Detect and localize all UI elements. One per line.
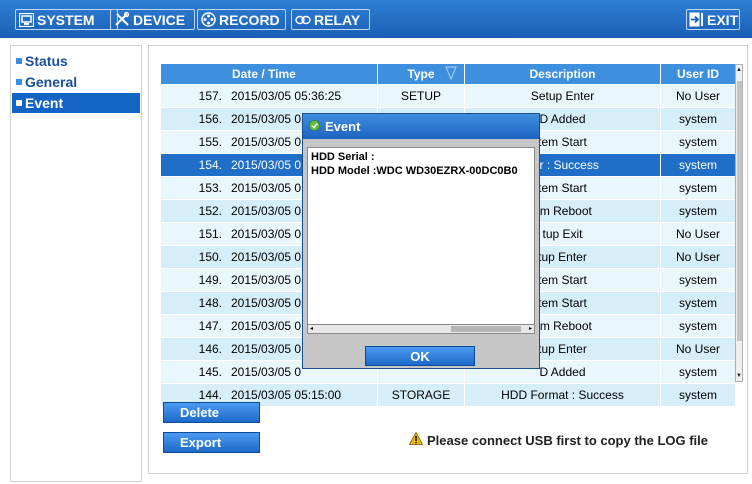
row-type: STORAGE — [377, 384, 464, 406]
row-user-id: system — [660, 384, 735, 406]
row-index: 148. — [198, 296, 222, 310]
scroll-up-icon[interactable]: ▲ — [736, 67, 742, 73]
dialog-title-bar[interactable]: Event — [303, 114, 539, 139]
relay-icon — [295, 15, 311, 25]
sidebar-item-label: Status — [25, 53, 68, 69]
tools-icon — [114, 12, 130, 27]
usb-notice-text: Please connect USB first to copy the LOG… — [427, 432, 709, 448]
row-user-id: system — [660, 315, 735, 337]
scroll-left-icon[interactable]: ◂ — [310, 325, 313, 333]
tab-record[interactable]: RECORD — [197, 9, 286, 30]
sidebar: Status General Event — [10, 45, 142, 482]
exit-button[interactable]: EXIT — [686, 9, 740, 30]
top-menu-bar: SYSTEM DEVICE RECORD RELAY EXIT — [0, 0, 752, 38]
export-button[interactable]: Export — [163, 432, 260, 453]
table-scrollbar[interactable]: ▲ ▼ — [735, 64, 743, 382]
warning-icon — [408, 431, 424, 448]
event-dialog: Event HDD Serial : HDD Model :WDC WD30EZ… — [302, 113, 540, 369]
header-type[interactable]: Type — [377, 64, 464, 84]
usb-notice: Please connect USB first to copy the LOG… — [408, 431, 709, 448]
tab-relay-label: RELAY — [314, 11, 361, 28]
row-index: 157. — [198, 89, 222, 103]
check-icon — [309, 119, 320, 134]
row-user-id: No User — [660, 246, 735, 268]
header-datetime[interactable]: Date / Time — [228, 64, 377, 84]
tab-device-label: DEVICE — [133, 11, 186, 28]
row-description: Setup Enter — [464, 85, 660, 107]
bullet-icon — [16, 79, 22, 85]
header-user-id[interactable]: User ID — [660, 64, 735, 84]
row-index: 150. — [198, 250, 222, 264]
header-type-label: Type — [407, 67, 435, 81]
sidebar-item-label: Event — [25, 95, 64, 111]
ok-button[interactable]: OK — [365, 346, 475, 366]
row-index: 151. — [198, 227, 222, 241]
sidebar-item-label: General — [25, 74, 78, 90]
row-user-id: system — [660, 361, 735, 383]
sidebar-item-event[interactable]: Event — [12, 93, 140, 113]
row-user-id: system — [660, 200, 735, 222]
hdd-serial-line: HDD Serial : — [311, 151, 375, 163]
row-description: HDD Format : Success — [464, 384, 660, 406]
row-type: SETUP — [377, 85, 464, 107]
bullet-icon — [16, 100, 22, 106]
tab-system[interactable]: SYSTEM — [15, 9, 118, 30]
row-datetime: 2015/03/05 05:36:25 — [231, 89, 342, 103]
hdd-model-line: HDD Model :WDC WD30EZRX-00DC0B0 — [311, 165, 518, 177]
row-index: 152. — [198, 204, 222, 218]
dialog-title: Event — [325, 119, 361, 134]
exit-label: EXIT — [707, 11, 739, 28]
row-index: 145. — [198, 365, 222, 379]
delete-button[interactable]: Delete — [163, 402, 260, 423]
row-index: 146. — [198, 342, 222, 356]
row-user-id: No User — [660, 85, 735, 107]
row-index: 155. — [198, 135, 222, 149]
sidebar-item-status[interactable]: Status — [12, 51, 140, 71]
row-user-id: system — [660, 269, 735, 291]
row-index: 147. — [198, 319, 222, 333]
table-header: Date / Time Type Description User ID — [161, 64, 735, 84]
sidebar-item-general[interactable]: General — [12, 72, 140, 92]
header-description[interactable]: Description — [464, 64, 660, 84]
row-index: 149. — [198, 273, 222, 287]
tab-device[interactable]: DEVICE — [110, 9, 195, 30]
row-user-id: system — [660, 154, 735, 176]
monitor-icon — [19, 12, 34, 27]
filter-icon[interactable] — [445, 66, 457, 83]
table-row[interactable]: 157. 2015/03/05 05:36:25 SETUP Setup Enter N… — [161, 84, 735, 107]
bullet-icon — [16, 58, 22, 64]
row-user-id: system — [660, 108, 735, 130]
row-user-id: No User — [660, 338, 735, 360]
row-user-id: system — [660, 292, 735, 314]
row-user-id: No User — [660, 223, 735, 245]
header-index — [161, 64, 228, 84]
row-user-id: system — [660, 131, 735, 153]
scroll-down-icon[interactable]: ▼ — [736, 373, 742, 379]
exit-door-icon — [689, 12, 704, 27]
tab-system-label: SYSTEM — [37, 11, 95, 28]
scroll-thumb[interactable] — [737, 81, 742, 341]
dialog-text-area[interactable]: HDD Serial : HDD Model :WDC WD30EZRX-00D… — [307, 147, 535, 333]
row-user-id: system — [660, 177, 735, 199]
row-index: 153. — [198, 181, 222, 195]
row-index: 156. — [198, 112, 222, 126]
tab-relay[interactable]: RELAY — [291, 9, 370, 30]
row-index: 154. — [198, 158, 222, 172]
dialog-horizontal-scrollbar[interactable]: ◂ ▸ — [307, 324, 535, 334]
scroll-right-icon[interactable]: ▸ — [529, 325, 532, 333]
dialog-scroll-thumb[interactable] — [451, 326, 521, 332]
film-reel-icon — [201, 12, 216, 27]
tab-record-label: RECORD — [219, 11, 280, 28]
